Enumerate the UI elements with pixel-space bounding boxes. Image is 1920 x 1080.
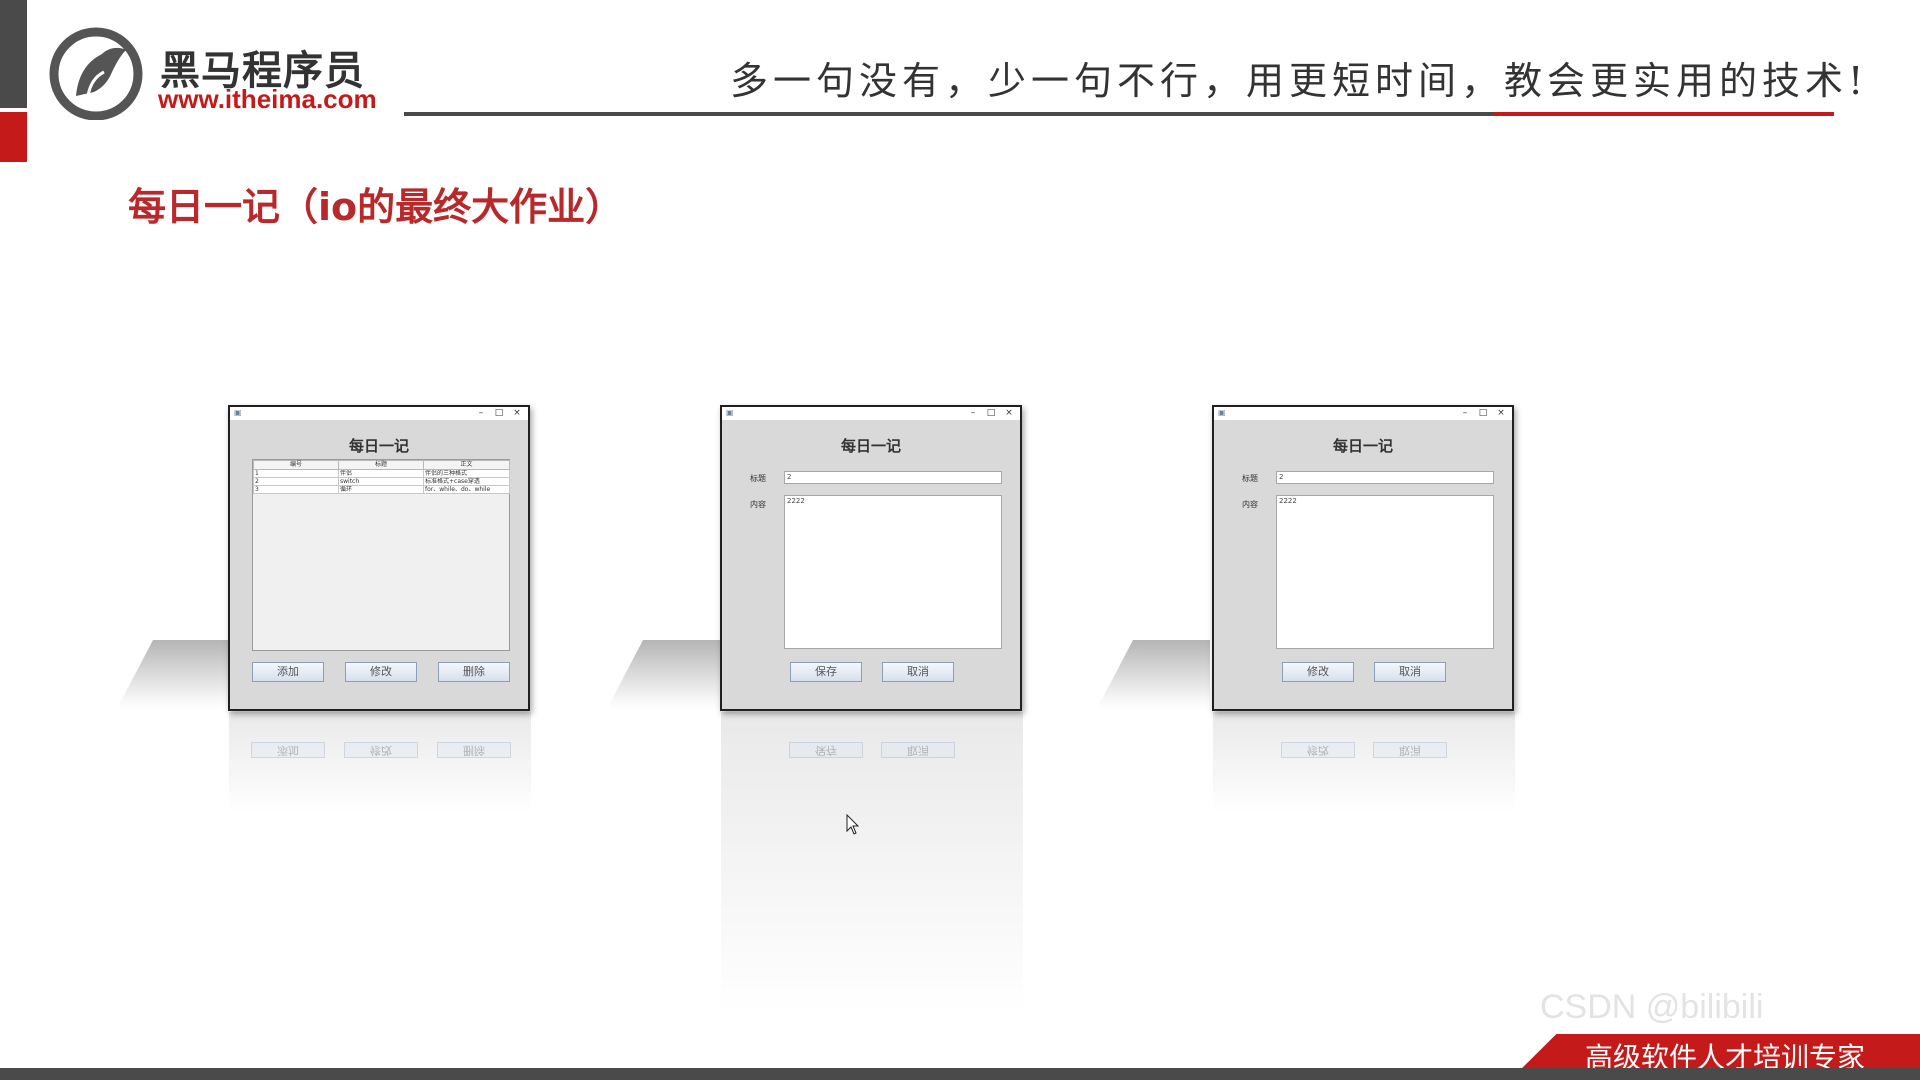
window-shadow bbox=[610, 640, 720, 710]
edit-button[interactable]: 修改 bbox=[1282, 662, 1354, 682]
header-rule bbox=[404, 112, 1494, 116]
slogan: 多一句没有，少一句不行，用更短时间，教会更实用的技术! bbox=[730, 59, 1869, 103]
horse-logo-icon bbox=[49, 27, 143, 120]
title-label: 标题 bbox=[1242, 474, 1258, 483]
window-list: ▣ – □ × 每日一记 编号 标题 正文 1 伴侣 伴侣的三种格式 2 swi… bbox=[228, 405, 530, 711]
window-titlebar: ▣ – □ × bbox=[722, 407, 1020, 420]
cancel-button[interactable]: 取消 bbox=[1374, 662, 1446, 682]
java-app-icon: ▣ bbox=[1218, 408, 1226, 417]
close-icon[interactable]: × bbox=[1002, 407, 1016, 420]
reflection-button: 保存 bbox=[789, 742, 863, 758]
mouse-cursor-icon bbox=[846, 814, 860, 835]
reflection-button: 修改 bbox=[344, 742, 418, 758]
window-add: ▣ – □ × 每日一记 标题 2 内容 2222 保存 取消 bbox=[720, 405, 1022, 711]
edit-button[interactable]: 修改 bbox=[345, 662, 417, 682]
logo-url[interactable]: www.itheima.com bbox=[158, 84, 377, 115]
table-cell: switch bbox=[338, 477, 424, 486]
column-header[interactable]: 编号 bbox=[253, 460, 339, 470]
page-title: 每日一记（io的最终大作业） bbox=[128, 185, 624, 229]
window-titlebar: ▣ – □ × bbox=[1214, 407, 1512, 420]
java-app-icon: ▣ bbox=[726, 408, 734, 417]
cancel-button[interactable]: 取消 bbox=[882, 662, 954, 682]
table-cell: 标准格式+case穿透 bbox=[423, 477, 510, 486]
window-shadow bbox=[120, 640, 230, 710]
table-cell: 2 bbox=[253, 477, 339, 486]
reflection-button: 取消 bbox=[1373, 742, 1447, 758]
diary-table[interactable]: 编号 标题 正文 1 伴侣 伴侣的三种格式 2 switch 标准格式+case… bbox=[252, 459, 510, 651]
table-row[interactable]: 1 伴侣 伴侣的三种格式 bbox=[253, 469, 510, 478]
window-reflection: 修改 取消 bbox=[1213, 712, 1515, 812]
add-button[interactable]: 添加 bbox=[252, 662, 324, 682]
window-reflection: 保存 取消 bbox=[721, 712, 1023, 1012]
content-label: 内容 bbox=[1242, 500, 1258, 509]
java-app-icon: ▣ bbox=[234, 408, 242, 417]
table-cell: for、while、do、while bbox=[423, 485, 510, 494]
minimize-icon[interactable]: – bbox=[474, 407, 488, 420]
window-titlebar: ▣ – □ × bbox=[230, 407, 528, 420]
maximize-icon[interactable]: □ bbox=[1476, 407, 1490, 420]
close-icon[interactable]: × bbox=[1494, 407, 1508, 420]
maximize-icon[interactable]: □ bbox=[984, 407, 998, 420]
content-label: 内容 bbox=[750, 500, 766, 509]
save-button[interactable]: 保存 bbox=[790, 662, 862, 682]
window-heading: 每日一记 bbox=[348, 437, 409, 455]
title-input[interactable]: 2 bbox=[1276, 471, 1494, 484]
title-input[interactable]: 2 bbox=[784, 471, 1002, 484]
content-textarea[interactable]: 2222 bbox=[1276, 495, 1494, 649]
table-cell: 1 bbox=[253, 469, 339, 478]
title-label: 标题 bbox=[750, 474, 766, 483]
table-row[interactable]: 2 switch 标准格式+case穿透 bbox=[253, 477, 510, 486]
edge-bar-dark bbox=[0, 0, 27, 108]
watermark: CSDN @bilibili bbox=[1540, 988, 1764, 1026]
table-header-row: 编号 标题 正文 bbox=[253, 460, 510, 470]
minimize-icon[interactable]: – bbox=[1458, 407, 1472, 420]
table-row[interactable]: 3 循环 for、while、do、while bbox=[253, 485, 510, 494]
window-shadow bbox=[1100, 640, 1210, 710]
window-heading: 每日一记 bbox=[840, 437, 901, 455]
window-reflection: 添加 修改 删除 bbox=[229, 712, 531, 812]
edge-bar-red bbox=[0, 112, 27, 162]
delete-button[interactable]: 删除 bbox=[438, 662, 510, 682]
column-header[interactable]: 正文 bbox=[423, 460, 510, 470]
close-icon[interactable]: × bbox=[510, 407, 524, 420]
table-cell: 伴侣 bbox=[338, 469, 424, 478]
column-header[interactable]: 标题 bbox=[338, 460, 424, 470]
table-cell: 3 bbox=[253, 485, 339, 494]
header-rule-accent bbox=[1494, 112, 1834, 116]
minimize-icon[interactable]: – bbox=[966, 407, 980, 420]
reflection-button: 添加 bbox=[251, 742, 325, 758]
window-edit: ▣ – □ × 每日一记 标题 2 内容 2222 修改 取消 bbox=[1212, 405, 1514, 711]
window-heading: 每日一记 bbox=[1332, 437, 1393, 455]
reflection-button: 删除 bbox=[437, 742, 511, 758]
table-cell: 伴侣的三种格式 bbox=[423, 469, 510, 478]
content-textarea[interactable]: 2222 bbox=[784, 495, 1002, 649]
footer-bar bbox=[0, 1068, 1920, 1080]
maximize-icon[interactable]: □ bbox=[492, 407, 506, 420]
reflection-button: 取消 bbox=[881, 742, 955, 758]
table-cell: 循环 bbox=[338, 485, 424, 494]
reflection-button: 修改 bbox=[1281, 742, 1355, 758]
